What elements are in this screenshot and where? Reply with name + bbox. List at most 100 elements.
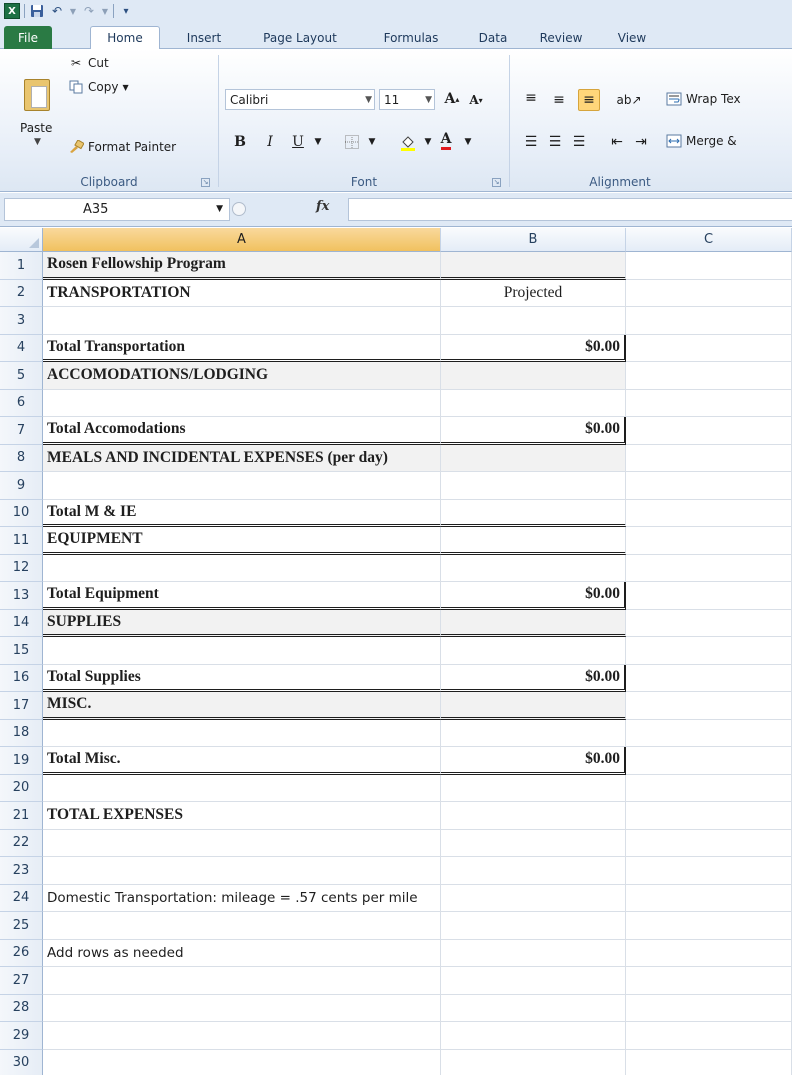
cell-b6[interactable] [441, 389, 626, 417]
name-box[interactable]: A35 ▼ [4, 198, 230, 221]
cell-c12[interactable] [626, 554, 792, 582]
cell-b8[interactable] [441, 444, 626, 472]
cell-b10[interactable] [441, 499, 626, 527]
tab-view[interactable]: View [604, 26, 660, 49]
tab-data[interactable]: Data [470, 26, 516, 49]
tab-insert[interactable]: Insert [176, 26, 232, 49]
align-left-button[interactable]: ☰ [520, 131, 542, 153]
grow-font-button[interactable]: A ▴ [441, 88, 463, 110]
cell-a3[interactable] [43, 307, 441, 335]
customize-icon[interactable]: ▾ [118, 3, 134, 19]
row-header[interactable]: 11 [0, 527, 43, 555]
font-name-combo[interactable]: Calibri ▼ [225, 89, 375, 110]
cell-c23[interactable] [626, 857, 792, 885]
cell-b30[interactable] [441, 1049, 626, 1075]
cell-b12[interactable] [441, 554, 626, 582]
cell-a16[interactable]: Total Supplies [43, 664, 441, 692]
chevron-down-icon[interactable]: ▼ [361, 131, 383, 153]
align-top-button[interactable]: ≡ [520, 87, 542, 109]
cell-c10[interactable] [626, 499, 792, 527]
row-header[interactable]: 29 [0, 1022, 43, 1050]
cell-c30[interactable] [626, 1049, 792, 1075]
row-header[interactable]: 22 [0, 829, 43, 857]
cell-b13[interactable]: $0.00 [441, 582, 626, 610]
cell-c19[interactable] [626, 747, 792, 775]
cell-a6[interactable] [43, 389, 441, 417]
paste-button[interactable]: Paste ▼ [14, 77, 60, 149]
row-header[interactable]: 2 [0, 279, 43, 307]
cell-a30[interactable] [43, 1049, 441, 1075]
cell-a29[interactable] [43, 1022, 441, 1050]
row-header[interactable]: 5 [0, 362, 43, 390]
cell-c18[interactable] [626, 719, 792, 747]
cell-b14[interactable] [441, 609, 626, 637]
cell-a15[interactable] [43, 637, 441, 665]
column-header-c[interactable]: C [626, 228, 792, 252]
row-header[interactable]: 4 [0, 334, 43, 362]
cell-a13[interactable]: Total Equipment [43, 582, 441, 610]
cell-a19[interactable]: Total Misc. [43, 747, 441, 775]
cell-c1[interactable] [626, 252, 792, 280]
align-bottom-button[interactable]: ≡ [578, 89, 600, 111]
cell-a5[interactable]: ACCOMODATIONS/LODGING [43, 362, 441, 390]
cell-c27[interactable] [626, 967, 792, 995]
cell-c22[interactable] [626, 829, 792, 857]
cell-c14[interactable] [626, 609, 792, 637]
align-middle-button[interactable]: ≡ [548, 89, 570, 111]
column-header-b[interactable]: B [441, 228, 626, 252]
row-header[interactable]: 14 [0, 609, 43, 637]
cell-b17[interactable] [441, 692, 626, 720]
cell-b16[interactable]: $0.00 [441, 664, 626, 692]
chevron-down-icon[interactable]: ▼ [69, 3, 77, 19]
row-header[interactable]: 28 [0, 994, 43, 1022]
cell-c9[interactable] [626, 472, 792, 500]
cell-b21[interactable] [441, 802, 626, 830]
row-header[interactable]: 27 [0, 967, 43, 995]
row-header[interactable]: 26 [0, 939, 43, 967]
wrap-text-button[interactable]: Wrap Tex [666, 91, 741, 107]
row-header[interactable]: 8 [0, 444, 43, 472]
cell-c17[interactable] [626, 692, 792, 720]
cell-c20[interactable] [626, 774, 792, 802]
chevron-down-icon[interactable]: ▼ [216, 199, 223, 220]
chevron-down-icon[interactable]: ▼ [122, 83, 128, 92]
orientation-button[interactable]: ab↗ [616, 89, 641, 111]
row-header[interactable]: 15 [0, 637, 43, 665]
bold-button[interactable]: B [229, 131, 251, 153]
merge-center-button[interactable]: Merge & [666, 133, 737, 149]
cell-c8[interactable] [626, 444, 792, 472]
cell-c29[interactable] [626, 1022, 792, 1050]
cell-b15[interactable] [441, 637, 626, 665]
row-header[interactable]: 16 [0, 664, 43, 692]
cell-c3[interactable] [626, 307, 792, 335]
cell-a24[interactable]: Domestic Transportation: mileage = .57 c… [43, 884, 441, 912]
cell-a22[interactable] [43, 829, 441, 857]
cell-c7[interactable] [626, 417, 792, 445]
row-header[interactable]: 3 [0, 307, 43, 335]
cell-b28[interactable] [441, 994, 626, 1022]
chevron-down-icon[interactable]: ▼ [101, 3, 109, 19]
tab-home[interactable]: Home [90, 26, 160, 50]
row-header[interactable]: 17 [0, 692, 43, 720]
cell-c11[interactable] [626, 527, 792, 555]
tab-file[interactable]: File [4, 26, 52, 49]
cell-b20[interactable] [441, 774, 626, 802]
cell-b2[interactable]: Projected [441, 279, 626, 307]
cell-c13[interactable] [626, 582, 792, 610]
row-header[interactable]: 25 [0, 912, 43, 940]
cell-a9[interactable] [43, 472, 441, 500]
row-header[interactable]: 20 [0, 774, 43, 802]
cell-a27[interactable] [43, 967, 441, 995]
dialog-launcher-icon[interactable]: ↘ [492, 178, 501, 187]
cell-b9[interactable] [441, 472, 626, 500]
align-right-button[interactable]: ☰ [568, 131, 590, 153]
cell-b25[interactable] [441, 912, 626, 940]
cut-button[interactable]: ✂ Cut [68, 55, 109, 71]
cell-a14[interactable]: SUPPLIES [43, 609, 441, 637]
row-header[interactable]: 9 [0, 472, 43, 500]
cell-c16[interactable] [626, 664, 792, 692]
chevron-down-icon[interactable]: ▼ [307, 131, 329, 153]
fill-color-button[interactable] [397, 131, 419, 153]
undo-icon[interactable]: ↶ [49, 3, 65, 19]
cell-c15[interactable] [626, 637, 792, 665]
